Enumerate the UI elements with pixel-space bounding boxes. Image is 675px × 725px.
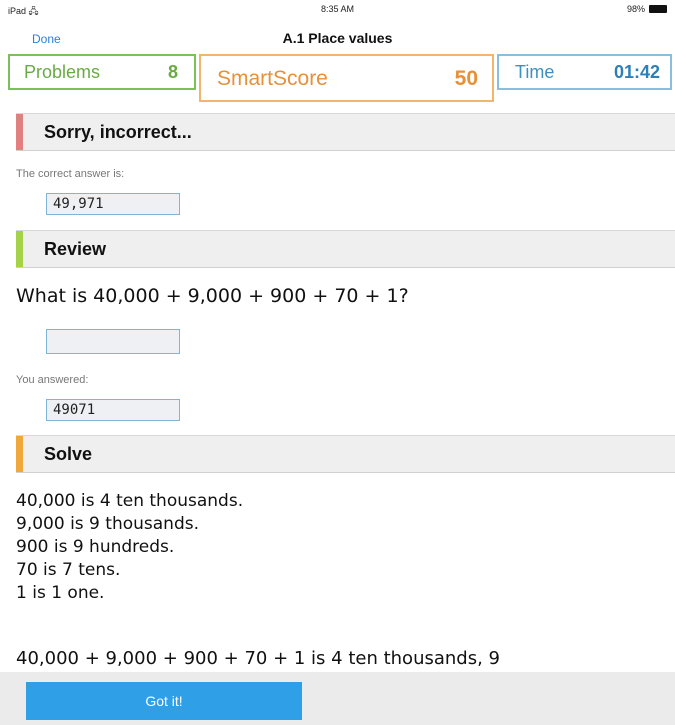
nav-bar: A.1 Place values Done: [0, 22, 675, 50]
solve-accent-bar: [16, 436, 23, 472]
incorrect-title: Sorry, incorrect...: [44, 122, 192, 142]
status-time: 8:35 AM: [320, 4, 355, 14]
question-text: What is 40,000 + 9,000 + 900 + 70 + 1?: [16, 285, 409, 307]
status-battery: 98%: [627, 4, 667, 14]
incorrect-accent-bar: [16, 114, 23, 150]
smartscore-counter: SmartScore 50: [199, 54, 494, 102]
you-answered-label: You answered:: [16, 374, 89, 386]
you-answered-value: 49071: [46, 399, 180, 421]
battery-icon: [649, 5, 667, 13]
solve-step: 900 is 9 hundreds.: [16, 537, 175, 557]
got-it-button[interactable]: Got it!: [26, 682, 302, 720]
done-button[interactable]: Done: [32, 32, 61, 46]
problems-label: Problems: [24, 62, 101, 82]
solve-step: 9,000 is 9 thousands.: [16, 514, 199, 534]
correct-answer-label: The correct answer is:: [16, 168, 125, 180]
solve-title: Solve: [44, 444, 93, 464]
answer-field: [46, 329, 180, 354]
smartscore-value: 50: [454, 67, 478, 90]
time-counter: Time 01:42: [497, 54, 672, 90]
solve-step: 70 is 7 tens.: [16, 560, 121, 580]
problems-value: 8: [167, 62, 178, 82]
smartscore-label: SmartScore: [217, 67, 328, 90]
time-value: 01:42: [613, 62, 660, 82]
solve-step: 40,000 is 4 ten thousands.: [16, 491, 244, 511]
solve-header: Solve: [16, 435, 675, 473]
review-title: Review: [44, 239, 107, 259]
review-accent-bar: [16, 231, 23, 267]
correct-answer-value: 49,971: [46, 193, 180, 215]
status-bar: iPad 🖧 8:35 AM 98%: [0, 0, 675, 22]
solve-summary: 40,000 + 9,000 + 900 + 70 + 1 is 4 ten t…: [16, 648, 500, 669]
battery-percent: 98%: [626, 4, 645, 14]
problems-counter: Problems 8: [8, 54, 196, 90]
solve-step: 1 is 1 one.: [16, 583, 105, 603]
review-header: Review: [16, 230, 675, 268]
incorrect-header: Sorry, incorrect...: [16, 113, 675, 151]
page-title: A.1 Place values: [282, 30, 393, 46]
solve-steps: 40,000 is 4 ten thousands. 9,000 is 9 th…: [16, 490, 243, 605]
time-label: Time: [515, 62, 555, 82]
